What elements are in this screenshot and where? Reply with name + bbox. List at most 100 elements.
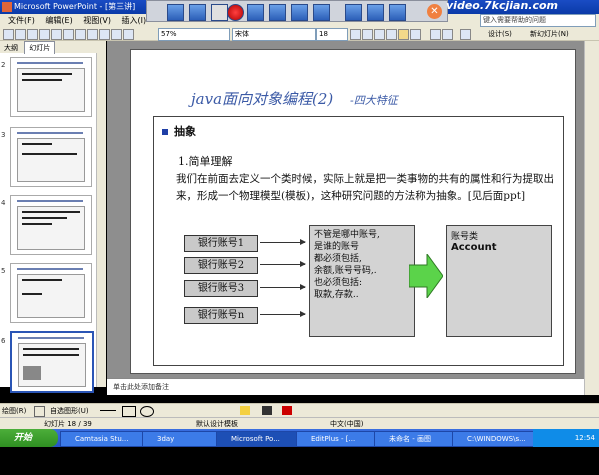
notes-pane[interactable]: 单击此处添加备注 xyxy=(107,378,584,395)
redo-icon[interactable] xyxy=(123,29,134,40)
pen-icon[interactable] xyxy=(211,4,228,21)
bullet-square-icon xyxy=(162,129,168,135)
info-line: 不管是哪中账号, xyxy=(314,230,380,240)
menu-edit[interactable]: 编辑(E) xyxy=(45,14,72,27)
new-slide-button[interactable]: 新幻灯片(N) xyxy=(530,29,569,39)
italic-icon[interactable] xyxy=(362,29,373,40)
cut-icon[interactable] xyxy=(75,29,86,40)
zoom-select[interactable]: 57% xyxy=(158,28,230,41)
play-icon[interactable] xyxy=(269,4,286,21)
thumb-number: 3 xyxy=(1,131,6,139)
next-icon[interactable] xyxy=(291,4,308,21)
autoshapes-menu[interactable]: 自选图形(U) xyxy=(50,404,89,418)
editor-scrollbar[interactable] xyxy=(584,41,599,395)
clock: 12:54 xyxy=(574,434,595,442)
print-icon[interactable] xyxy=(39,29,50,40)
save-icon[interactable] xyxy=(27,29,38,40)
account-box: 银行账号2 xyxy=(184,257,258,274)
highlight-icon[interactable] xyxy=(247,4,264,21)
floating-toolbar: ✕ xyxy=(146,0,448,22)
task-camtasia[interactable]: Camtasia Stu... xyxy=(60,431,154,447)
close-icon[interactable]: ✕ xyxy=(427,4,442,19)
point-heading: 1.简单理解 xyxy=(178,155,233,168)
thumb-number: 5 xyxy=(1,267,6,275)
open-icon[interactable] xyxy=(15,29,26,40)
underline-icon[interactable] xyxy=(374,29,385,40)
undo-icon[interactable] xyxy=(111,29,122,40)
tab-slides[interactable]: 幻灯片 xyxy=(24,41,56,54)
slide-show-icon[interactable] xyxy=(167,4,184,21)
window-icon[interactable] xyxy=(345,4,362,21)
slide-thumbnail-selected[interactable] xyxy=(10,331,94,393)
menu-insert[interactable]: 插入(I) xyxy=(122,14,147,27)
tile-icon[interactable] xyxy=(367,4,384,21)
thumbnail-scrollbar[interactable] xyxy=(96,53,106,387)
paragraph: 我们在前面去定义一个类时候，实际上就是把一类事物的共有的属性和行为提取出来，形成… xyxy=(176,173,554,202)
font-name-select[interactable]: 宋体 xyxy=(232,28,316,41)
info-line: 取款,存款.. xyxy=(314,290,359,300)
pane-tabs: 大纲 幻灯片 xyxy=(0,41,106,54)
thumb-number: 6 xyxy=(1,337,6,345)
line-icon[interactable] xyxy=(100,410,116,411)
account-box: 银行账号1 xyxy=(184,235,258,252)
taskbar: 开始 Camtasia Stu... 3day Microsoft Po... … xyxy=(0,429,599,447)
help-question-input[interactable]: 键入需要帮助的问题 xyxy=(480,14,596,27)
class-box: 账号类 Account xyxy=(446,225,552,337)
skip-icon[interactable] xyxy=(313,4,330,21)
slide-thumbnail[interactable] xyxy=(10,263,92,323)
class-name: Account xyxy=(451,242,497,253)
big-arrow-icon xyxy=(409,254,443,298)
copy-icon[interactable] xyxy=(87,29,98,40)
menu-file[interactable]: 文件(F) xyxy=(8,14,35,27)
rectangle-icon[interactable] xyxy=(122,406,136,417)
align-left-icon[interactable] xyxy=(386,29,397,40)
design-button[interactable]: 设计(S) xyxy=(488,29,512,39)
thumb-number: 2 xyxy=(1,61,6,69)
increase-font-icon[interactable] xyxy=(430,29,441,40)
slides-pane: 大纲 幻灯片 2 3 4 5 6 xyxy=(0,41,106,393)
task-editplus[interactable]: EditPlus - [... xyxy=(296,431,386,447)
align-right-icon[interactable] xyxy=(410,29,421,40)
fill-color-icon[interactable] xyxy=(240,406,250,415)
preview-icon[interactable] xyxy=(51,29,62,40)
slide-title[interactable]: java面向对象编程(2) -四大特征 xyxy=(191,88,531,109)
watermark: video.7kcjian.com xyxy=(446,0,559,12)
layout-icon[interactable] xyxy=(189,4,206,21)
slide-canvas[interactable]: java面向对象编程(2) -四大特征 抽象 1.简单理解 我们在前面去定义一个… xyxy=(130,49,576,374)
menu-view[interactable]: 视图(V) xyxy=(83,14,111,27)
record-icon[interactable] xyxy=(227,4,244,21)
standard-toolbar: 57% 宋体 18 设计(S) 新幻灯片(N) xyxy=(0,27,599,41)
select-pointer-icon[interactable] xyxy=(34,406,45,417)
paste-icon[interactable] xyxy=(99,29,110,40)
align-center-icon[interactable] xyxy=(398,29,409,40)
slide-title-main: java面向对象编程(2) xyxy=(191,90,334,108)
slide-thumbnail[interactable] xyxy=(10,57,92,117)
font-size-select[interactable]: 18 xyxy=(316,28,348,41)
draw-menu[interactable]: 绘图(R) xyxy=(2,404,26,418)
tab-outline[interactable]: 大纲 xyxy=(0,42,22,54)
spelling-icon[interactable] xyxy=(63,29,74,40)
status-bar: 幻灯片 18 / 39 默认设计模板 中文(中国) xyxy=(0,417,599,429)
common-properties-box: 不管是哪中账号, 是谁的账号 都必须包括, 余额,账号号码,. 也必须包括: 取… xyxy=(309,225,415,337)
info-line: 都必须包括, xyxy=(314,254,362,264)
task-powerpoint[interactable]: Microsoft Po... xyxy=(216,431,308,447)
arrow-connector xyxy=(260,311,306,317)
powerpoint-app-icon xyxy=(2,2,12,12)
slide-thumbnail[interactable] xyxy=(10,127,92,187)
line-color-icon[interactable] xyxy=(262,406,272,415)
bold-icon[interactable] xyxy=(350,29,361,40)
oval-icon[interactable] xyxy=(140,406,154,417)
start-button[interactable]: 开始 xyxy=(0,429,58,447)
new-icon[interactable] xyxy=(3,29,14,40)
window-title: Microsoft PowerPoint - [第三讲] xyxy=(14,2,136,11)
image-icon[interactable] xyxy=(389,4,406,21)
arrow-connector xyxy=(260,239,306,245)
thumb-number: 4 xyxy=(1,199,6,207)
content-box[interactable]: 抽象 1.简单理解 我们在前面去定义一个类时候，实际上就是把一类事物的共有的属性… xyxy=(153,116,564,366)
task-paint[interactable]: 未命名 - 画图 xyxy=(374,431,464,447)
font-color-icon[interactable] xyxy=(460,29,471,40)
decrease-font-icon[interactable] xyxy=(442,29,453,40)
font-color-icon[interactable] xyxy=(282,406,292,415)
arrow-connector xyxy=(260,261,306,267)
slide-thumbnail[interactable] xyxy=(10,195,92,255)
